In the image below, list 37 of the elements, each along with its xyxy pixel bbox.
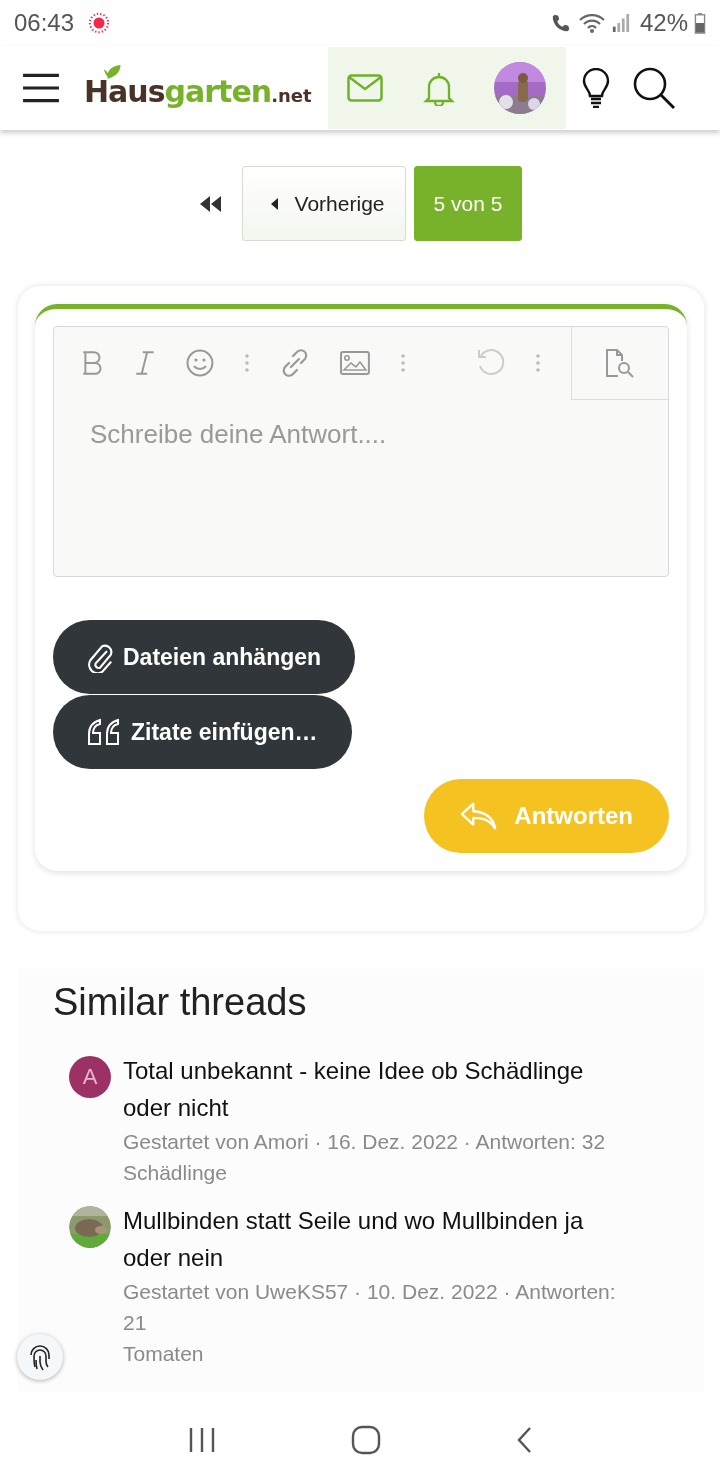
placeholder-text: Schreibe deine Antwort.... [89, 418, 388, 450]
previous-button[interactable]: Vorherige [241, 166, 406, 241]
site-logo[interactable]: Hausgarten.net [84, 62, 312, 114]
more-icon[interactable] [535, 353, 542, 373]
lightbulb-icon[interactable] [581, 68, 610, 108]
back-icon[interactable] [516, 1426, 533, 1454]
thread-meta: Gestartet von UweKS57 · 10. Dez. 2022 · Antworten: 21 [123, 1279, 617, 1336]
caret-left-icon [270, 197, 279, 210]
thread-title[interactable]: Total unbekannt - keine Idee ob Schädlinge oder nicht [123, 1052, 628, 1126]
italic-icon[interactable] [133, 350, 156, 376]
section-title: Similar threads [53, 981, 308, 1024]
bell-icon[interactable] [422, 70, 455, 106]
smiley-icon[interactable] [185, 349, 214, 377]
bold-icon[interactable] [82, 350, 104, 376]
insert-quotes-button[interactable]: Zitate einfügen… [53, 695, 352, 769]
battery-level: 42% [639, 9, 688, 37]
more-icon[interactable] [243, 353, 250, 373]
status-time: 06:43 [14, 9, 75, 37]
user-avatar[interactable]: A [69, 1056, 111, 1098]
signal-icon [611, 12, 630, 34]
thread-title[interactable]: Mullbinden statt Seile und wo Mullbinden ja oder nein [123, 1202, 628, 1276]
home-icon[interactable] [351, 1425, 381, 1455]
more-icon[interactable] [399, 353, 406, 373]
mail-icon[interactable] [347, 74, 384, 102]
image-icon[interactable] [339, 351, 370, 375]
undo-icon[interactable] [475, 348, 506, 378]
recent-apps-icon[interactable] [187, 1427, 216, 1453]
notification-icon [88, 12, 111, 34]
reply-arrow-icon [460, 801, 499, 831]
search-icon[interactable] [631, 66, 676, 110]
menu-icon[interactable] [22, 72, 60, 104]
wifi-icon [577, 11, 606, 35]
attach-files-button[interactable]: Dateien anhängen [53, 620, 356, 694]
battery-icon [694, 12, 706, 34]
thread-meta: Gestartet von Amori · 16. Dez. 2022 · Antworten: 32 [123, 1129, 607, 1155]
preview-button[interactable] [571, 327, 668, 400]
quote-icon [87, 718, 121, 746]
